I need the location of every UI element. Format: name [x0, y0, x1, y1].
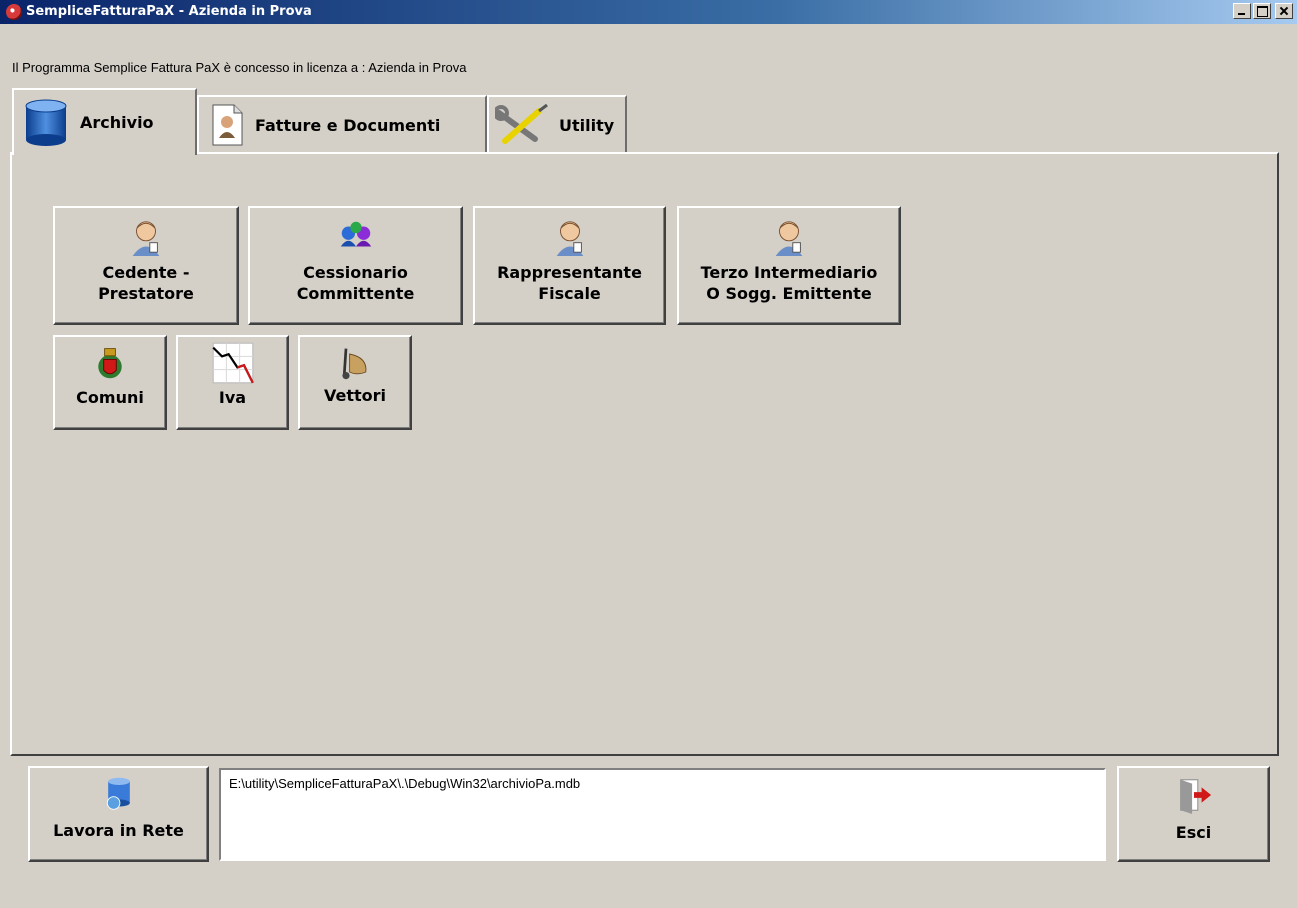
tab-archivio[interactable]: Archivio [12, 88, 197, 155]
comuni-label: Comuni [76, 388, 144, 407]
title-bar: SempliceFatturaPaX - Azienda in Prova [0, 0, 1297, 24]
cedente-prestatore-button[interactable]: Cedente - Prestatore [53, 206, 239, 325]
database-path-field[interactable]: E:\utility\SempliceFatturaPaX\.\Debug\Wi… [219, 768, 1106, 861]
iva-button[interactable]: Iva [176, 335, 289, 430]
iva-label: Iva [218, 388, 247, 407]
cedente-prestatore-label: Cedente - Prestatore [98, 263, 194, 303]
esci-label: Esci [1175, 823, 1212, 842]
hand-truck-icon [342, 348, 367, 380]
tab-utility-label: Utility [559, 115, 615, 135]
database-icon [25, 99, 67, 146]
lavora-in-rete-label: Lavora in Rete [53, 821, 184, 840]
tab-archivio-label: Archivio [80, 113, 154, 132]
terzo-intermediario-label: Terzo Intermediario O Sogg. Emittente [700, 263, 878, 303]
rappresentante-fiscale-button[interactable]: Rappresentante Fiscale [473, 206, 666, 325]
esci-button[interactable]: Esci [1117, 766, 1270, 862]
license-text: Il Programma Semplice Fattura PaX è conc… [12, 60, 467, 75]
cessionario-committente-label: Cessionario Committente [296, 263, 415, 303]
terzo-intermediario-button[interactable]: Terzo Intermediario O Sogg. Emittente [677, 206, 901, 325]
cessionario-committente-button[interactable]: Cessionario Committente [248, 206, 463, 325]
tab-fatture[interactable]: Fatture e Documenti [197, 95, 487, 153]
coat-of-arms-icon [98, 348, 122, 379]
document-icon [212, 104, 243, 146]
lavora-in-rete-button[interactable]: Lavora in Rete [28, 766, 209, 862]
comuni-button[interactable]: Comuni [53, 335, 167, 430]
tools-icon [495, 103, 548, 144]
network-database-icon [106, 777, 130, 810]
minimize-button[interactable] [1233, 3, 1251, 19]
group-icon [340, 221, 371, 247]
person-icon [775, 221, 803, 256]
exit-door-icon [1179, 779, 1211, 814]
person-icon [132, 221, 160, 256]
chart-down-icon [211, 342, 254, 384]
window-controls [1233, 3, 1293, 19]
maximize-button[interactable] [1253, 3, 1271, 19]
person-icon [556, 221, 583, 256]
app-globe-icon [6, 4, 22, 20]
window-title: SempliceFatturaPaX - Azienda in Prova [26, 4, 312, 19]
rappresentante-fiscale-label: Rappresentante Fiscale [497, 263, 642, 303]
vettori-button[interactable]: Vettori [298, 335, 412, 430]
close-button[interactable] [1275, 3, 1293, 19]
tab-fatture-label: Fatture e Documenti [255, 115, 441, 135]
tab-utility[interactable]: Utility [487, 95, 627, 153]
vettori-label: Vettori [323, 386, 387, 405]
